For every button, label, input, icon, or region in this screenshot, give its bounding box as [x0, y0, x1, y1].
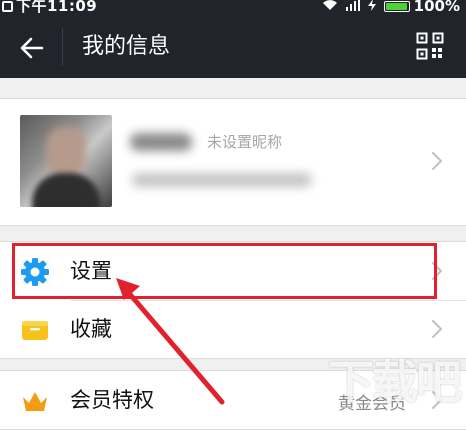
- battery-percent: 100%: [413, 0, 460, 15]
- arrow-left-icon: [20, 37, 44, 59]
- battery-icon: [383, 0, 410, 12]
- folder-icon: [22, 321, 48, 340]
- avatar-body: [32, 173, 100, 207]
- menu-label-settings: 设置: [70, 259, 112, 283]
- qr-code-button[interactable]: [416, 32, 444, 60]
- header-divider: [62, 28, 63, 66]
- chevron-right-icon: [432, 320, 442, 338]
- profile-card[interactable]: 未设置昵称: [0, 98, 466, 226]
- charging-icon: [367, 0, 376, 14]
- menu-label-favorites: 收藏: [70, 317, 112, 341]
- signal-icon: [345, 0, 360, 14]
- menu-group-settings: 设置 收藏: [0, 241, 466, 359]
- status-bar-left: 下午11:09: [2, 0, 97, 14]
- qr-code-icon: [416, 32, 444, 60]
- wifi-icon: [322, 0, 338, 14]
- nickname-label: 未设置昵称: [207, 133, 283, 151]
- chevron-right-icon: [432, 262, 442, 280]
- blurred-account: [132, 173, 312, 187]
- avatar: [20, 115, 112, 207]
- header-bar: 我的信息: [0, 16, 466, 78]
- status-bar-right: 100%: [314, 0, 460, 14]
- notification-icon: [2, 0, 13, 12]
- status-time: 下午11:09: [16, 0, 98, 15]
- crown-icon: [23, 392, 47, 411]
- back-button[interactable]: [18, 34, 46, 62]
- status-bar: 下午11:09 100%: [0, 0, 466, 16]
- avatar-face: [46, 127, 86, 177]
- page-title: 我的信息: [82, 34, 171, 59]
- menu-item-settings[interactable]: 设置: [0, 242, 466, 300]
- chevron-right-icon: [432, 152, 442, 170]
- blurred-username: [130, 133, 192, 151]
- gear-icon: [21, 258, 49, 286]
- watermark: 下载吧: [328, 355, 462, 409]
- menu-label-membership: 会员特权: [70, 388, 154, 412]
